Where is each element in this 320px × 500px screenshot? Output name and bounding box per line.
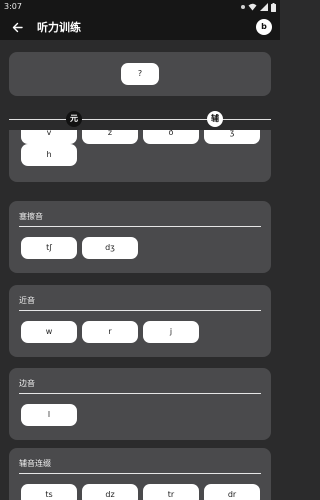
group-divider: [19, 226, 261, 227]
status-icons: [241, 0, 276, 14]
phoneme-chip[interactable]: l: [21, 404, 77, 426]
tab-consonant[interactable]: 辅: [207, 111, 223, 127]
phoneme-chip[interactable]: ʒ: [204, 130, 260, 144]
group-card-fricatives: v z ð ʒ h: [9, 130, 271, 182]
page-title: 听力训练: [37, 21, 81, 34]
group-card-laterals: 边音 l: [9, 368, 271, 440]
group-card-clusters: 辅音连缀 ts dz tr dr: [9, 448, 271, 500]
play-question-button[interactable]: ?: [121, 63, 159, 85]
phoneme-chip[interactable]: h: [21, 144, 77, 166]
app-bar: 听力训练 b: [0, 14, 280, 40]
group-title: 塞擦音: [19, 212, 43, 221]
status-bar: 3:07: [0, 0, 280, 14]
group-title: 边音: [19, 379, 35, 388]
phoneme-chip[interactable]: ð: [143, 130, 199, 144]
phoneme-list[interactable]: v z ð ʒ h 塞擦音 tʃ dʒ 近音 w r j 边音 l 辅音连缀 t…: [0, 130, 280, 500]
signal-icon: [260, 3, 268, 11]
phoneme-chip[interactable]: tʃ: [21, 237, 77, 259]
phoneme-chip[interactable]: dz: [82, 484, 138, 500]
phoneme-chip[interactable]: tr: [143, 484, 199, 500]
phoneme-chip[interactable]: ts: [21, 484, 77, 500]
group-divider: [19, 473, 261, 474]
tab-track: [9, 119, 271, 120]
wifi-icon: [248, 3, 257, 11]
group-card-approximants: 近音 w r j: [9, 285, 271, 357]
phoneme-chip[interactable]: v: [21, 130, 77, 144]
prompt-card: ?: [9, 52, 271, 96]
phoneme-chip[interactable]: z: [82, 130, 138, 144]
phoneme-chip[interactable]: r: [82, 321, 138, 343]
group-title: 辅音连缀: [19, 459, 51, 468]
arrow-left-icon: [12, 22, 23, 32]
battery-icon: [271, 2, 276, 12]
category-tab-bar: 元 辅: [0, 108, 280, 130]
group-divider: [19, 393, 261, 394]
tab-vowel[interactable]: 元: [66, 111, 82, 127]
phoneme-chip[interactable]: dr: [204, 484, 260, 500]
back-button[interactable]: [7, 17, 27, 37]
group-divider: [19, 310, 261, 311]
phoneme-chip[interactable]: dʒ: [82, 237, 138, 259]
group-card-affricates: 塞擦音 tʃ dʒ: [9, 201, 271, 273]
group-title: 近音: [19, 296, 35, 305]
phoneme-chip[interactable]: j: [143, 321, 199, 343]
notification-dot-icon: [241, 5, 245, 9]
status-time: 3:07: [4, 2, 22, 11]
avatar[interactable]: b: [256, 19, 272, 35]
phoneme-chip[interactable]: w: [21, 321, 77, 343]
